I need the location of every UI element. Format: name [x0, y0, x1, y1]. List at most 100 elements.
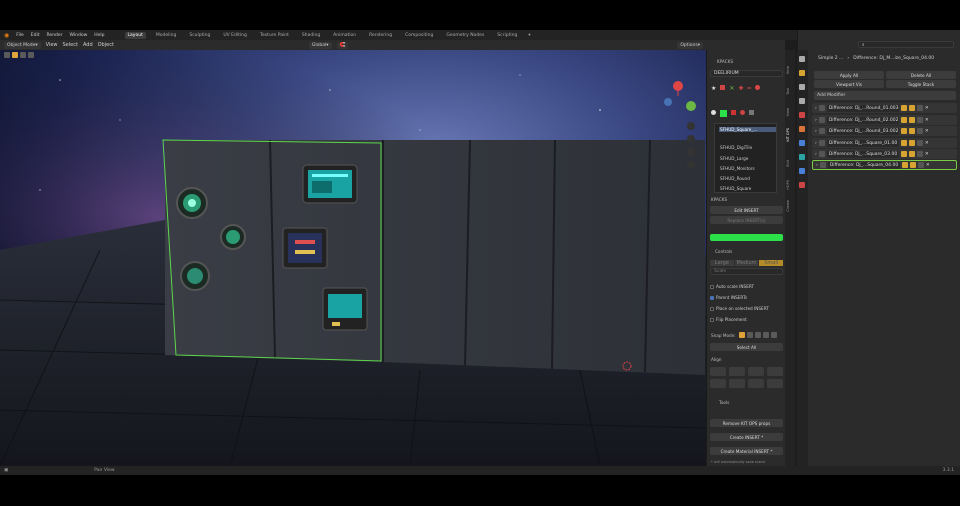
apply-all-button[interactable]: Apply All	[814, 71, 884, 79]
menu-help[interactable]: Help	[94, 33, 104, 38]
snap-volume-icon[interactable]	[763, 332, 769, 338]
tab-scripting[interactable]: Scripting	[494, 32, 520, 39]
delete-all-button[interactable]: Delete All	[886, 71, 956, 79]
green-bar-button[interactable]	[710, 234, 783, 241]
star-icon[interactable]: ★	[711, 85, 716, 92]
modifier-row[interactable]: › Difference: Dj_...Round_03.002 ✕	[812, 126, 957, 136]
info-icon[interactable]	[711, 110, 716, 115]
tool-tab-icon[interactable]	[799, 56, 805, 62]
tab-tool[interactable]: Tool	[786, 88, 790, 95]
view-menu[interactable]: View	[46, 42, 58, 48]
auto-scale-checkbox[interactable]: Auto scale INSERT	[710, 284, 754, 289]
snap-edge-icon[interactable]	[747, 332, 753, 338]
insert-list[interactable]: SFHUD_Square_... SFHUD_DigiTile SFHUD_La…	[714, 123, 777, 193]
modifier-row[interactable]: › Difference: Dj_...Square_03.00 ✕	[812, 149, 957, 159]
create-insert-button[interactable]: Create INSERT *	[710, 433, 783, 441]
tab-rendering[interactable]: Rendering	[366, 32, 395, 39]
material-tab-icon[interactable]	[799, 182, 805, 188]
size-small[interactable]: Small	[759, 260, 784, 266]
snap-vertex-icon[interactable]	[755, 332, 761, 338]
controls-header[interactable]: Controls	[715, 249, 732, 254]
select-box-icon[interactable]	[4, 52, 10, 58]
remove-icon[interactable]: ━	[747, 85, 751, 92]
scale-field[interactable]: Scale	[710, 268, 783, 275]
menu-render[interactable]: Render	[47, 33, 63, 38]
grid-icon[interactable]	[749, 110, 754, 115]
tools-header[interactable]: Tools	[719, 400, 729, 405]
menu-edit[interactable]: Edit	[31, 33, 40, 38]
pack-dropdown[interactable]: DEELIRIUM	[710, 70, 783, 77]
output-tab-icon[interactable]	[799, 84, 805, 90]
remove-kitops-props-button[interactable]: Remove KIT OPS props	[710, 419, 783, 427]
tab-kitops[interactable]: KIT OPS	[786, 128, 790, 142]
list-item-selected[interactable]: SFHUD_Square_...	[719, 127, 776, 132]
options-dropdown[interactable]: Options ▾	[677, 41, 703, 49]
parent-inserts-checkbox[interactable]: Parent INSERTs	[710, 295, 747, 300]
list-item[interactable]: SFHUD_Monitors	[720, 166, 755, 171]
align-top-icon[interactable]	[729, 367, 745, 376]
list-item[interactable]: SFHUD_Round	[720, 176, 750, 181]
physics-tab-icon[interactable]	[799, 168, 805, 174]
view-layer-tab-icon[interactable]	[799, 98, 805, 104]
toggle-stack-button[interactable]: Toggle Stack	[886, 80, 956, 88]
properties-search[interactable]: ⌕	[858, 41, 954, 48]
modifier-row[interactable]: › Difference: Dj_...Round_01.003 ✕	[812, 103, 957, 113]
object-tab-icon[interactable]	[799, 126, 805, 132]
snap-face-icon[interactable]	[739, 332, 745, 338]
tab-create[interactable]: Create	[786, 200, 790, 212]
orientation-dropdown[interactable]: Global ▾	[308, 41, 332, 49]
tab-shading[interactable]: Shading	[299, 32, 323, 39]
red-swatch-icon[interactable]	[731, 110, 736, 115]
align-middle-icon[interactable]	[729, 379, 745, 388]
distribute-v-icon[interactable]	[767, 379, 783, 388]
scene-tab-icon[interactable]	[799, 112, 805, 118]
image-icon[interactable]	[720, 85, 726, 90]
render-tab-icon[interactable]	[799, 70, 805, 76]
tab-sculpting[interactable]: Sculpting	[186, 32, 213, 39]
menu-file[interactable]: File	[16, 33, 24, 38]
add-menu[interactable]: Add	[83, 42, 93, 48]
size-medium[interactable]: Medium	[734, 260, 759, 266]
select-subtract-icon[interactable]	[28, 52, 34, 58]
tab-texture-paint[interactable]: Texture Paint	[257, 32, 292, 39]
edit-insert-button[interactable]: Edit INSERT	[710, 206, 783, 214]
add-modifier-dropdown[interactable]: Add Modifier	[814, 91, 956, 100]
place-on-selected-checkbox[interactable]: Place on selected INSERT	[710, 306, 769, 311]
rose-icon[interactable]	[740, 110, 745, 115]
modifier-tab-icon[interactable]	[799, 140, 805, 146]
tab-compositing[interactable]: Compositing	[402, 32, 436, 39]
tab-layout[interactable]: Layout	[124, 31, 146, 39]
tab-animation[interactable]: Animation	[330, 32, 359, 39]
modifier-row[interactable]: › Difference: Dj_...Square_01.00 ✕	[812, 138, 957, 148]
create-material-insert-button[interactable]: Create Material INSERT *	[710, 447, 783, 455]
add-workspace-icon[interactable]: +	[527, 33, 531, 38]
select-extend-icon[interactable]	[20, 52, 26, 58]
object-menu[interactable]: Object	[98, 42, 114, 48]
snap-icon[interactable]: 🧲	[336, 41, 349, 49]
modifier-row-active[interactable]: › Difference: Dj_...Square_04.00 ✕	[812, 160, 957, 170]
list-item[interactable]: SFHUD_Square	[720, 186, 751, 191]
3d-viewport[interactable]	[0, 50, 785, 466]
particles-tab-icon[interactable]	[799, 154, 805, 160]
modifier-row[interactable]: › Difference: Dj_...Round_02.002 ✕	[812, 115, 957, 125]
size-large[interactable]: Large	[710, 260, 734, 266]
menu-window[interactable]: Window	[70, 33, 88, 38]
select-mode-icon[interactable]	[12, 52, 18, 58]
tab-geometry-nodes[interactable]: Geometry Nodes	[443, 32, 487, 39]
tab-item[interactable]: Item	[786, 66, 790, 74]
align-bottom-icon[interactable]	[748, 367, 764, 376]
select-all-button[interactable]: Select All	[710, 343, 783, 351]
tab-edit[interactable]: Edit	[786, 160, 790, 167]
align-left-icon[interactable]	[710, 367, 726, 376]
blender-logo-icon[interactable]: ◉	[4, 32, 9, 39]
tab-hops[interactable]: HOPS	[786, 180, 790, 190]
tab-view[interactable]: View	[786, 108, 790, 116]
tab-modeling[interactable]: Modeling	[153, 32, 179, 39]
replace-insert-button[interactable]: Replace INSERT(s)	[710, 216, 783, 224]
viewport-vis-button[interactable]: Viewport Vis	[814, 80, 884, 88]
add-icon[interactable]: ✚	[738, 85, 743, 92]
tab-uv-editing[interactable]: UV Editing	[220, 32, 249, 39]
distribute-h-icon[interactable]	[748, 379, 764, 388]
align-center-icon[interactable]	[710, 379, 726, 388]
align-right-icon[interactable]	[767, 367, 783, 376]
